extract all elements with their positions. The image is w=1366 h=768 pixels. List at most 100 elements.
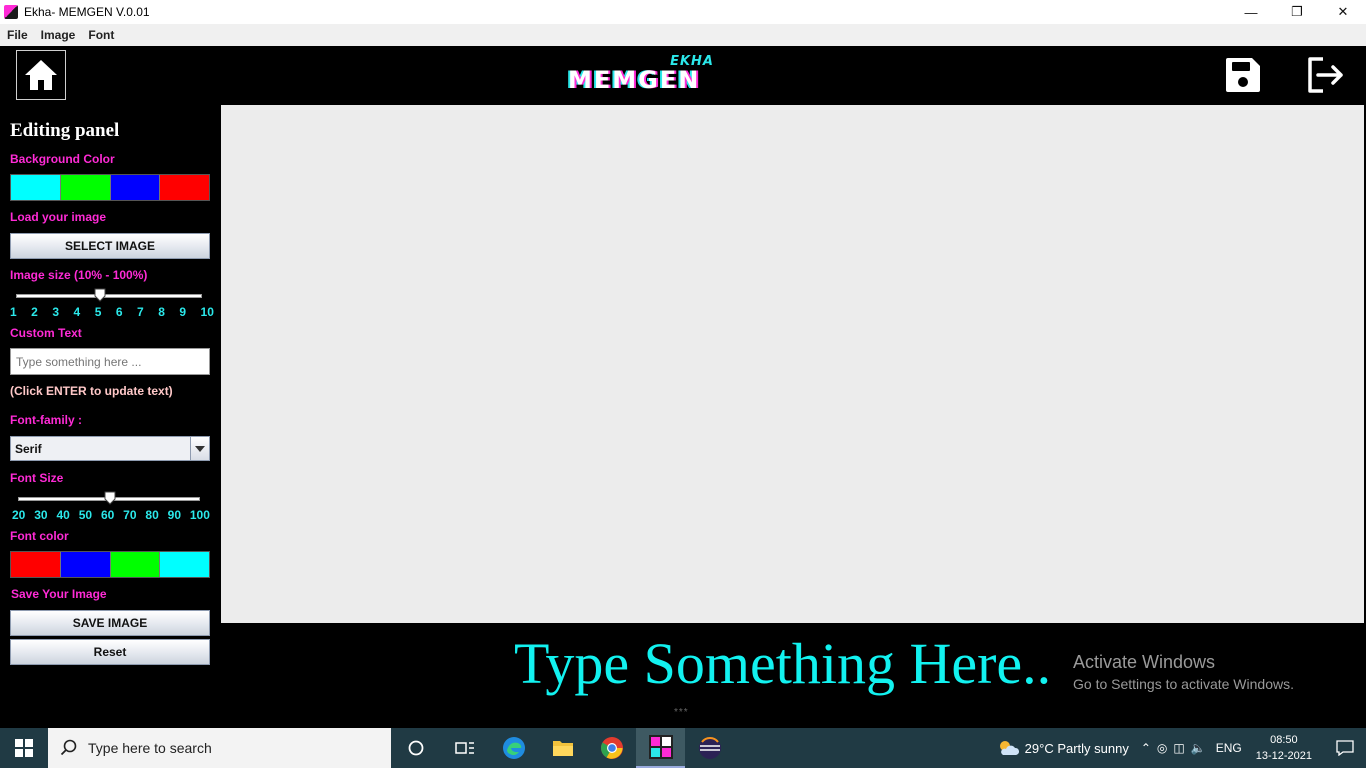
background-color-label: Background Color bbox=[10, 152, 115, 166]
eclipse-icon bbox=[698, 737, 721, 759]
edge-icon bbox=[502, 737, 525, 759]
clock-date: 13-12-2021 bbox=[1255, 750, 1312, 762]
image-size-tick: 4 bbox=[73, 305, 81, 319]
menu-image[interactable]: Image bbox=[35, 28, 82, 42]
meme-text-preview: Type Something Here.. bbox=[514, 631, 1052, 696]
notification-button[interactable] bbox=[1330, 740, 1360, 756]
chevron-up-icon[interactable]: ⌃ bbox=[1141, 741, 1151, 755]
image-size-track bbox=[16, 294, 202, 298]
tray-icons: ⌃ ◎ ◫ 🔈 bbox=[1141, 741, 1206, 755]
task-view-button[interactable] bbox=[440, 728, 489, 768]
font-size-tick: 40 bbox=[56, 508, 70, 522]
logo-main-text: MEMGEN bbox=[568, 66, 701, 94]
chevron-down-icon[interactable] bbox=[190, 437, 209, 460]
activate-windows-subtitle: Go to Settings to activate Windows. bbox=[1073, 676, 1294, 692]
font-color-swatches bbox=[10, 551, 210, 578]
meet-now-icon[interactable]: ◎ bbox=[1157, 741, 1167, 755]
font-size-thumb[interactable] bbox=[104, 491, 116, 505]
restore-button[interactable]: ❐ bbox=[1274, 0, 1320, 24]
memgen-logo: EKHA MEMGEN bbox=[568, 54, 718, 94]
font-swatch-blue[interactable] bbox=[60, 552, 111, 577]
chrome-icon bbox=[600, 737, 623, 759]
eclipse-taskbar-button[interactable] bbox=[685, 728, 734, 768]
font-color-label: Font color bbox=[10, 529, 69, 543]
font-family-value: Serif bbox=[15, 441, 42, 456]
save-button[interactable] bbox=[1224, 56, 1262, 94]
image-size-tick: 2 bbox=[31, 305, 38, 319]
weather-widget[interactable]: 29°C Partly sunny bbox=[997, 739, 1129, 757]
image-size-ticks: 1 2 3 4 5 6 7 8 9 10 bbox=[10, 305, 214, 319]
background-color-swatches bbox=[10, 174, 210, 201]
image-size-tick: 6 bbox=[115, 305, 123, 319]
exit-icon bbox=[1308, 57, 1343, 93]
custom-text-input[interactable] bbox=[10, 348, 210, 375]
font-size-tick: 90 bbox=[167, 508, 181, 522]
windows-logo-icon bbox=[15, 739, 33, 757]
memgen-taskbar-button[interactable] bbox=[636, 728, 685, 768]
panel-title: Editing panel bbox=[10, 120, 120, 141]
font-swatch-green[interactable] bbox=[110, 552, 161, 577]
select-image-button[interactable]: SELECT IMAGE bbox=[10, 233, 210, 259]
exit-button[interactable] bbox=[1305, 56, 1345, 94]
taskbar-search-placeholder: Type here to search bbox=[88, 740, 212, 756]
chrome-taskbar-button[interactable] bbox=[587, 728, 636, 768]
search-icon bbox=[60, 739, 77, 756]
app-icon bbox=[4, 5, 18, 19]
resize-handle[interactable]: *** bbox=[674, 707, 689, 718]
reset-button[interactable]: Reset bbox=[10, 639, 210, 665]
activate-windows-title: Activate Windows bbox=[1073, 652, 1216, 672]
network-icon[interactable]: ◫ bbox=[1173, 741, 1184, 755]
custom-text-label: Custom Text bbox=[10, 326, 82, 340]
home-icon bbox=[25, 60, 57, 90]
font-size-ticks: 20 30 40 50 60 70 80 90 100 bbox=[12, 508, 210, 522]
partly-sunny-icon bbox=[999, 741, 1019, 755]
edge-taskbar-button[interactable] bbox=[489, 728, 538, 768]
image-canvas[interactable] bbox=[221, 105, 1364, 623]
close-button[interactable]: ✕ bbox=[1320, 0, 1366, 24]
image-size-thumb[interactable] bbox=[94, 288, 106, 302]
cortana-icon bbox=[408, 740, 423, 756]
window-controls: — ❐ ✕ bbox=[1228, 0, 1366, 24]
image-size-label: Image size (10% - 100%) bbox=[10, 268, 148, 282]
floppy-disk-icon bbox=[1226, 58, 1260, 92]
bg-swatch-blue[interactable] bbox=[110, 175, 161, 200]
font-swatch-cyan[interactable] bbox=[160, 552, 209, 577]
font-size-tick: 100 bbox=[189, 508, 210, 522]
file-explorer-taskbar-button[interactable] bbox=[538, 728, 587, 768]
menu-bar: File Image Font bbox=[0, 24, 1366, 46]
font-size-label: Font Size bbox=[10, 471, 64, 485]
volume-icon[interactable]: 🔈 bbox=[1191, 741, 1206, 755]
font-size-tick: 60 bbox=[100, 508, 115, 522]
editing-panel: Editing panel Background Color Load your… bbox=[0, 104, 220, 728]
font-family-select[interactable]: Serif bbox=[10, 436, 210, 461]
memgen-app-icon bbox=[648, 735, 673, 759]
cortana-button[interactable] bbox=[391, 728, 440, 768]
save-image-label: Save Your Image bbox=[11, 587, 107, 601]
image-size-tick: 9 bbox=[179, 305, 187, 319]
app-window: Ekha- MEMGEN V.0.01 — ❐ ✕ File Image Fon… bbox=[0, 0, 1366, 768]
custom-text-hint: (Click ENTER to update text) bbox=[10, 384, 173, 398]
clock[interactable]: 08:50 13-12-2021 bbox=[1256, 732, 1312, 764]
load-image-label: Load your image bbox=[10, 210, 107, 224]
bg-swatch-cyan[interactable] bbox=[11, 175, 61, 200]
clock-time: 08:50 bbox=[1270, 734, 1298, 746]
image-size-tick: 8 bbox=[158, 305, 165, 319]
font-size-tick: 50 bbox=[78, 508, 93, 522]
menu-font[interactable]: Font bbox=[82, 28, 120, 42]
windows-taskbar: Type here to search 29°C Partly sunny ⌃ … bbox=[0, 728, 1366, 768]
bg-swatch-red[interactable] bbox=[160, 175, 209, 200]
image-size-slider[interactable] bbox=[10, 285, 210, 305]
window-title: Ekha- MEMGEN V.0.01 bbox=[24, 5, 150, 19]
font-swatch-red[interactable] bbox=[11, 552, 61, 577]
system-tray: 29°C Partly sunny ⌃ ◎ ◫ 🔈 ENG 08:50 13-1… bbox=[997, 728, 1366, 768]
minimize-button[interactable]: — bbox=[1228, 0, 1274, 24]
home-button[interactable] bbox=[16, 50, 66, 100]
font-size-slider[interactable] bbox=[10, 488, 210, 508]
start-button[interactable] bbox=[0, 728, 48, 768]
save-image-button[interactable]: SAVE IMAGE bbox=[10, 610, 210, 636]
language-indicator[interactable]: ENG bbox=[1216, 741, 1242, 755]
taskbar-search-box[interactable]: Type here to search bbox=[48, 728, 391, 768]
menu-file[interactable]: File bbox=[1, 28, 34, 42]
font-size-tick: 70 bbox=[123, 508, 137, 522]
bg-swatch-green[interactable] bbox=[60, 175, 111, 200]
